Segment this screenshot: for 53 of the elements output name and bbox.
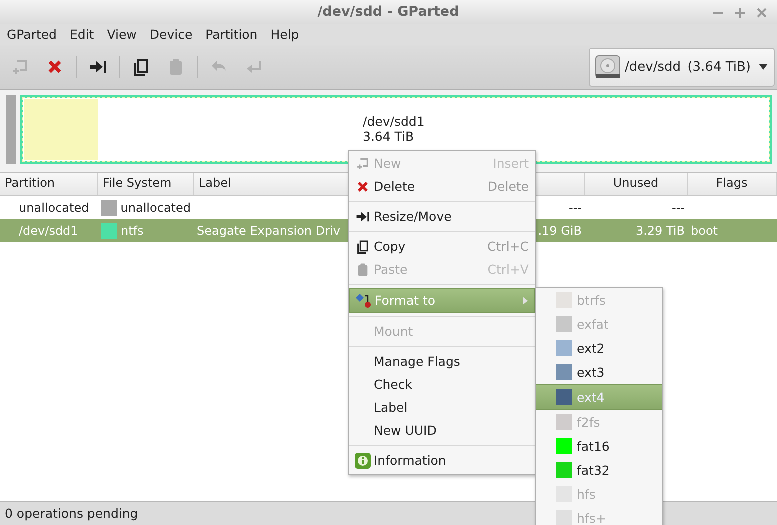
partition-name: /dev/sdd1 bbox=[363, 114, 425, 129]
menu-item[interactable]: Information bbox=[349, 449, 535, 472]
menu-item[interactable]: GParted bbox=[7, 27, 57, 42]
table-cell: Seagate Expansion Driv bbox=[197, 224, 340, 238]
table-cell: --- bbox=[569, 200, 582, 214]
status-text: 0 operations pending bbox=[5, 506, 138, 521]
maximize-icon[interactable] bbox=[735, 8, 745, 18]
column-header[interactable]: Unused bbox=[585, 173, 688, 195]
clipboard-icon bbox=[356, 262, 370, 276]
menu-item[interactable]: Resize/Move bbox=[349, 205, 535, 228]
column-header[interactable]: File System bbox=[98, 173, 194, 195]
menu-item[interactable]: fat16 bbox=[536, 434, 662, 458]
menu-item[interactable]: ext3 bbox=[536, 360, 662, 384]
device-name: /dev/sdd bbox=[625, 60, 682, 74]
menu-item[interactable]: fat32 bbox=[536, 458, 662, 482]
table-cell: unallocated bbox=[120, 200, 191, 214]
table-cell: 3.29 TiB bbox=[636, 224, 685, 238]
close-icon[interactable] bbox=[757, 8, 767, 18]
copy-icon bbox=[356, 240, 370, 254]
dropdown-arrow-icon bbox=[759, 64, 768, 70]
column-header[interactable]: Partition bbox=[0, 173, 98, 195]
column-header[interactable]: Flags bbox=[688, 173, 777, 195]
window-title: /dev/sdd - GParted bbox=[318, 4, 460, 20]
copy-icon[interactable] bbox=[132, 58, 150, 76]
format-icon bbox=[356, 292, 372, 308]
table-cell: ntfs bbox=[121, 224, 144, 238]
menu-item[interactable]: ext2 bbox=[536, 336, 662, 360]
partition-size: 3.64 TiB bbox=[363, 129, 416, 144]
table-cell: boot bbox=[691, 224, 718, 238]
menu-item[interactable]: Partition bbox=[206, 27, 258, 42]
menu-item[interactable]: Edit bbox=[70, 27, 94, 42]
unallocated-block bbox=[6, 95, 16, 164]
menu-item[interactable]: Device bbox=[150, 27, 193, 42]
menu-item[interactable]: Manage Flags bbox=[349, 350, 535, 373]
menu-item[interactable]: Label bbox=[349, 396, 535, 419]
table-cell: .19 GiB bbox=[538, 224, 582, 238]
arrow-to-bar-icon[interactable] bbox=[89, 58, 107, 76]
device-size: (3.64 TiB) bbox=[688, 60, 751, 74]
table-cell[interactable]: unallocated bbox=[3, 200, 90, 214]
menu-item[interactable]: New UUID bbox=[349, 419, 535, 442]
delete-icon[interactable] bbox=[46, 58, 64, 76]
submenu-arrow-icon bbox=[523, 296, 528, 304]
menu-item[interactable]: View bbox=[107, 27, 137, 42]
new-partition-icon bbox=[356, 156, 370, 170]
device-dropdown[interactable]: /dev/sdd (3.64 TiB) bbox=[589, 48, 775, 86]
arrow-to-bar-icon bbox=[355, 210, 371, 224]
menu-item[interactable]: Check bbox=[349, 373, 535, 396]
info-icon bbox=[355, 452, 371, 468]
menu-item[interactable]: Delete Delete bbox=[349, 175, 535, 198]
menu-item[interactable]: Copy Ctrl+C bbox=[349, 235, 535, 258]
table-cell: --- bbox=[672, 200, 685, 214]
delete-icon bbox=[357, 180, 369, 192]
menu-item[interactable]: Help bbox=[270, 27, 300, 42]
